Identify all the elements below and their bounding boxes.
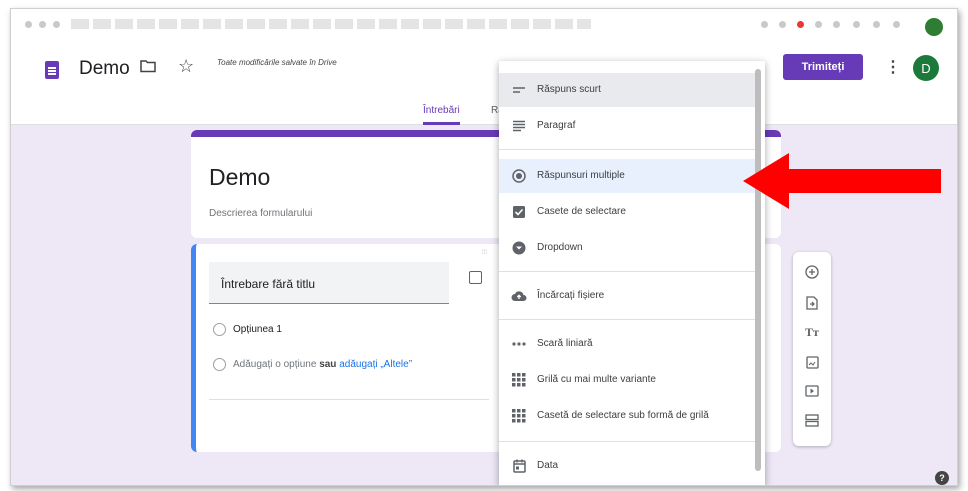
import-questions-icon[interactable] <box>804 295 820 311</box>
extension-icon[interactable] <box>797 21 804 28</box>
back-icon[interactable] <box>25 21 32 28</box>
annotation-arrow-icon <box>743 153 941 209</box>
form-title[interactable]: Demo <box>209 164 270 191</box>
add-section-icon[interactable] <box>804 412 820 428</box>
add-option-link[interactable]: Adăugați o opțiune <box>233 359 316 370</box>
menu-item-label: Grilă cu mai multe variante <box>537 374 656 385</box>
browser-profile-avatar[interactable] <box>925 18 943 36</box>
extension-icon[interactable] <box>761 21 768 28</box>
document-title[interactable]: Demo <box>79 58 130 80</box>
extension-icon[interactable] <box>815 21 822 28</box>
menu-item-dropdown[interactable]: Dropdown <box>499 231 755 265</box>
drag-handle-icon[interactable]: ⁞⁞⁞ <box>482 250 487 256</box>
screenshot-frame: Demo ☆ Toate modificările salvate în Dri… <box>10 8 958 486</box>
checkbox-grid-icon <box>511 408 527 424</box>
menu-divider <box>499 319 755 320</box>
short-text-icon <box>511 82 527 98</box>
help-icon[interactable]: ? <box>935 471 949 485</box>
forms-header: Demo ☆ Toate modificările salvate în Dri… <box>11 41 957 125</box>
radio-button-icon <box>511 168 527 184</box>
menu-item-label: Casetă de selectare sub formă de grilă <box>537 410 709 421</box>
add-video-icon[interactable] <box>804 383 820 399</box>
add-title-icon[interactable]: Tт <box>804 324 820 340</box>
menu-item-label: Încărcați fișiere <box>537 290 605 301</box>
paragraph-icon <box>511 118 527 134</box>
radio-icon <box>213 323 226 336</box>
menu-item-checkbox-grid[interactable]: Casetă de selectare sub formă de grilă <box>499 399 755 433</box>
menu-item-label: Data <box>537 460 559 471</box>
menu-item-label: Răspunsuri multiple <box>537 170 625 181</box>
minimize-icon[interactable] <box>853 21 860 28</box>
option-label[interactable]: Opțiunea 1 <box>233 324 282 335</box>
or-label: sau <box>319 359 337 370</box>
menu-item-paragraph[interactable]: Paragraf <box>499 109 755 143</box>
menu-item-label: Dropdown <box>537 242 583 253</box>
close-icon[interactable] <box>893 21 900 28</box>
question-title: Întrebare fără titlu <box>221 277 316 291</box>
google-forms-icon[interactable] <box>45 61 59 79</box>
checkbox-icon <box>511 204 527 220</box>
menu-item-date[interactable]: Data <box>499 449 755 483</box>
send-button[interactable]: Trimiteți <box>783 54 863 80</box>
menu-divider <box>499 149 755 150</box>
add-image-icon[interactable] <box>804 354 820 370</box>
menu-icon[interactable] <box>873 21 880 28</box>
browser-bar <box>11 9 957 41</box>
menu-item-file-upload[interactable]: Încărcați fișiere <box>499 279 755 313</box>
menu-item-linear-scale[interactable]: Scară liniară <box>499 327 755 361</box>
menu-item-label: Scară liniară <box>537 338 593 349</box>
menu-item-multiple-choice-grid[interactable]: Grilă cu mai multe variante <box>499 363 755 397</box>
menu-divider <box>499 441 755 442</box>
add-question-icon[interactable] <box>804 264 820 280</box>
dropdown-icon <box>511 240 527 256</box>
question-title-field[interactable]: Întrebare fără titlu <box>209 262 449 304</box>
save-status: Toate modificările salvate în Drive <box>217 58 337 67</box>
more-vert-icon[interactable]: ⋮ <box>885 57 901 77</box>
folder-icon[interactable] <box>140 59 156 78</box>
menu-item-short-answer[interactable]: Răspuns scurt <box>499 73 755 107</box>
extension-icon[interactable] <box>779 21 786 28</box>
linear-scale-icon <box>511 336 527 352</box>
forward-icon[interactable] <box>39 21 46 28</box>
menu-divider <box>499 271 755 272</box>
divider <box>209 399 489 400</box>
question-toolbar: Tт <box>793 252 831 446</box>
add-image-icon[interactable] <box>469 271 482 284</box>
reload-icon[interactable] <box>53 21 60 28</box>
question-type-menu: Răspuns scurt Paragraf Răspunsuri multip… <box>499 61 765 485</box>
menu-item-checkboxes[interactable]: Casete de selectare <box>499 195 755 229</box>
avatar[interactable]: D <box>913 55 939 81</box>
menu-item-label: Răspuns scurt <box>537 84 601 95</box>
menu-item-multiple-choice[interactable]: Răspunsuri multiple <box>499 159 755 193</box>
menu-item-label: Casete de selectare <box>537 206 626 217</box>
add-other-link[interactable]: adăugați „Altele” <box>339 359 412 370</box>
grid-icon <box>511 372 527 388</box>
cloud-upload-icon <box>511 288 527 304</box>
add-option-row: Adăugați o opțiune sau adăugați „Altele” <box>233 359 412 370</box>
star-icon[interactable]: ☆ <box>178 56 194 77</box>
menu-scrollbar[interactable] <box>755 69 761 471</box>
tab-bar: Întrebări Ră <box>11 99 957 125</box>
extension-icon[interactable] <box>833 21 840 28</box>
radio-icon <box>213 358 226 371</box>
menu-item-label: Paragraf <box>537 120 576 131</box>
tab-questions[interactable]: Întrebări <box>423 105 460 125</box>
form-description[interactable]: Descrierea formularului <box>209 208 312 219</box>
address-bar[interactable] <box>71 19 591 29</box>
calendar-icon <box>511 458 527 474</box>
